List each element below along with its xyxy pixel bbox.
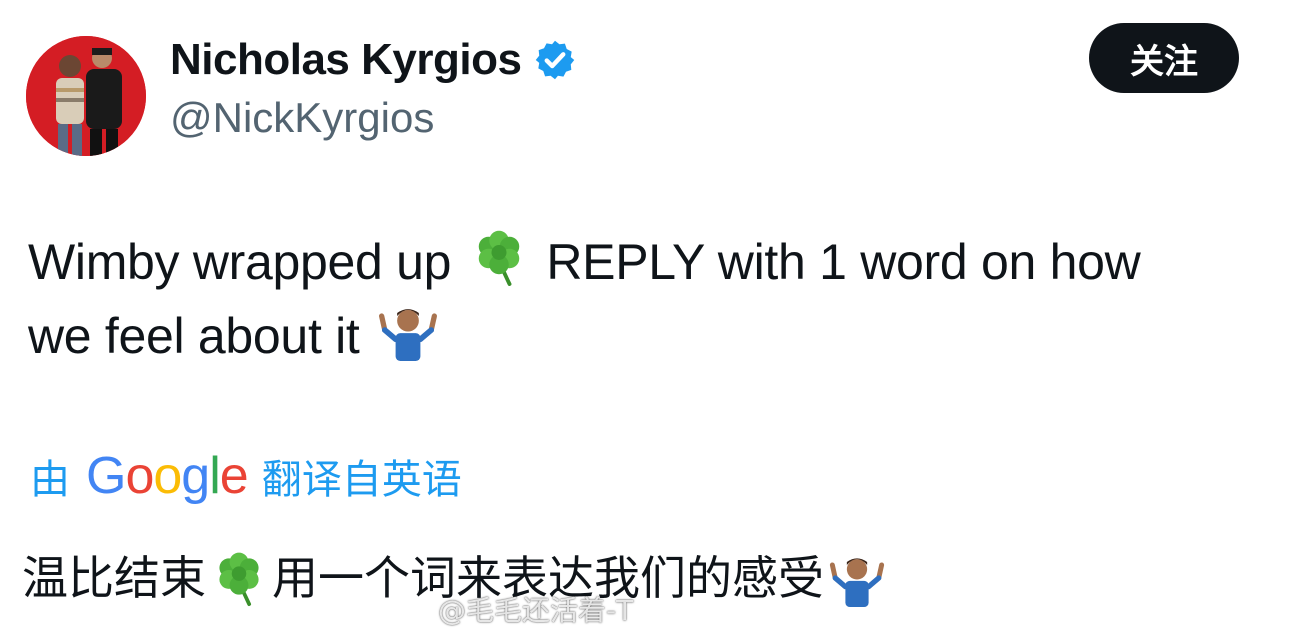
display-name[interactable]: Nicholas Kyrgios: [170, 34, 522, 86]
google-logo: Google: [86, 446, 249, 506]
google-letter: g: [181, 447, 210, 505]
shrugging-man-icon: [379, 309, 438, 361]
tweet-text-line1-start: Wimby wrapped up: [28, 234, 452, 290]
tweet-body: Wimby wrapped up REPLY with 1 word on ho…: [28, 226, 1268, 373]
user-handle[interactable]: @NickKyrgios: [170, 92, 434, 144]
avatar[interactable]: [26, 36, 146, 156]
translated-by-label: 由: [30, 457, 70, 503]
shamrock-icon: [478, 230, 519, 286]
verified-badge-icon: [536, 40, 575, 80]
google-letter: e: [219, 447, 249, 505]
shamrock-icon: [219, 552, 259, 606]
translate-from-english-link[interactable]: 翻译自英语: [262, 447, 462, 505]
translation-attribution[interactable]: 由 Google 翻译自英语: [30, 446, 462, 506]
author-name-row: Nicholas Kyrgios: [170, 34, 577, 86]
google-letter: o: [153, 447, 182, 505]
google-letter: G: [86, 447, 126, 505]
translated-text-start: 温比结束: [22, 551, 206, 605]
tweet-text-line1-end: REPLY with 1 word on how: [546, 234, 1141, 290]
google-letter: o: [125, 447, 154, 505]
watermark: @毛毛还活着-T: [438, 594, 634, 627]
google-letter: l: [209, 447, 221, 505]
follow-button[interactable]: 关注: [1089, 23, 1239, 93]
shrugging-man-icon: [829, 558, 885, 607]
profile-photo-icon: [26, 36, 146, 156]
tweet-text-line2: we feel about it: [28, 308, 360, 364]
